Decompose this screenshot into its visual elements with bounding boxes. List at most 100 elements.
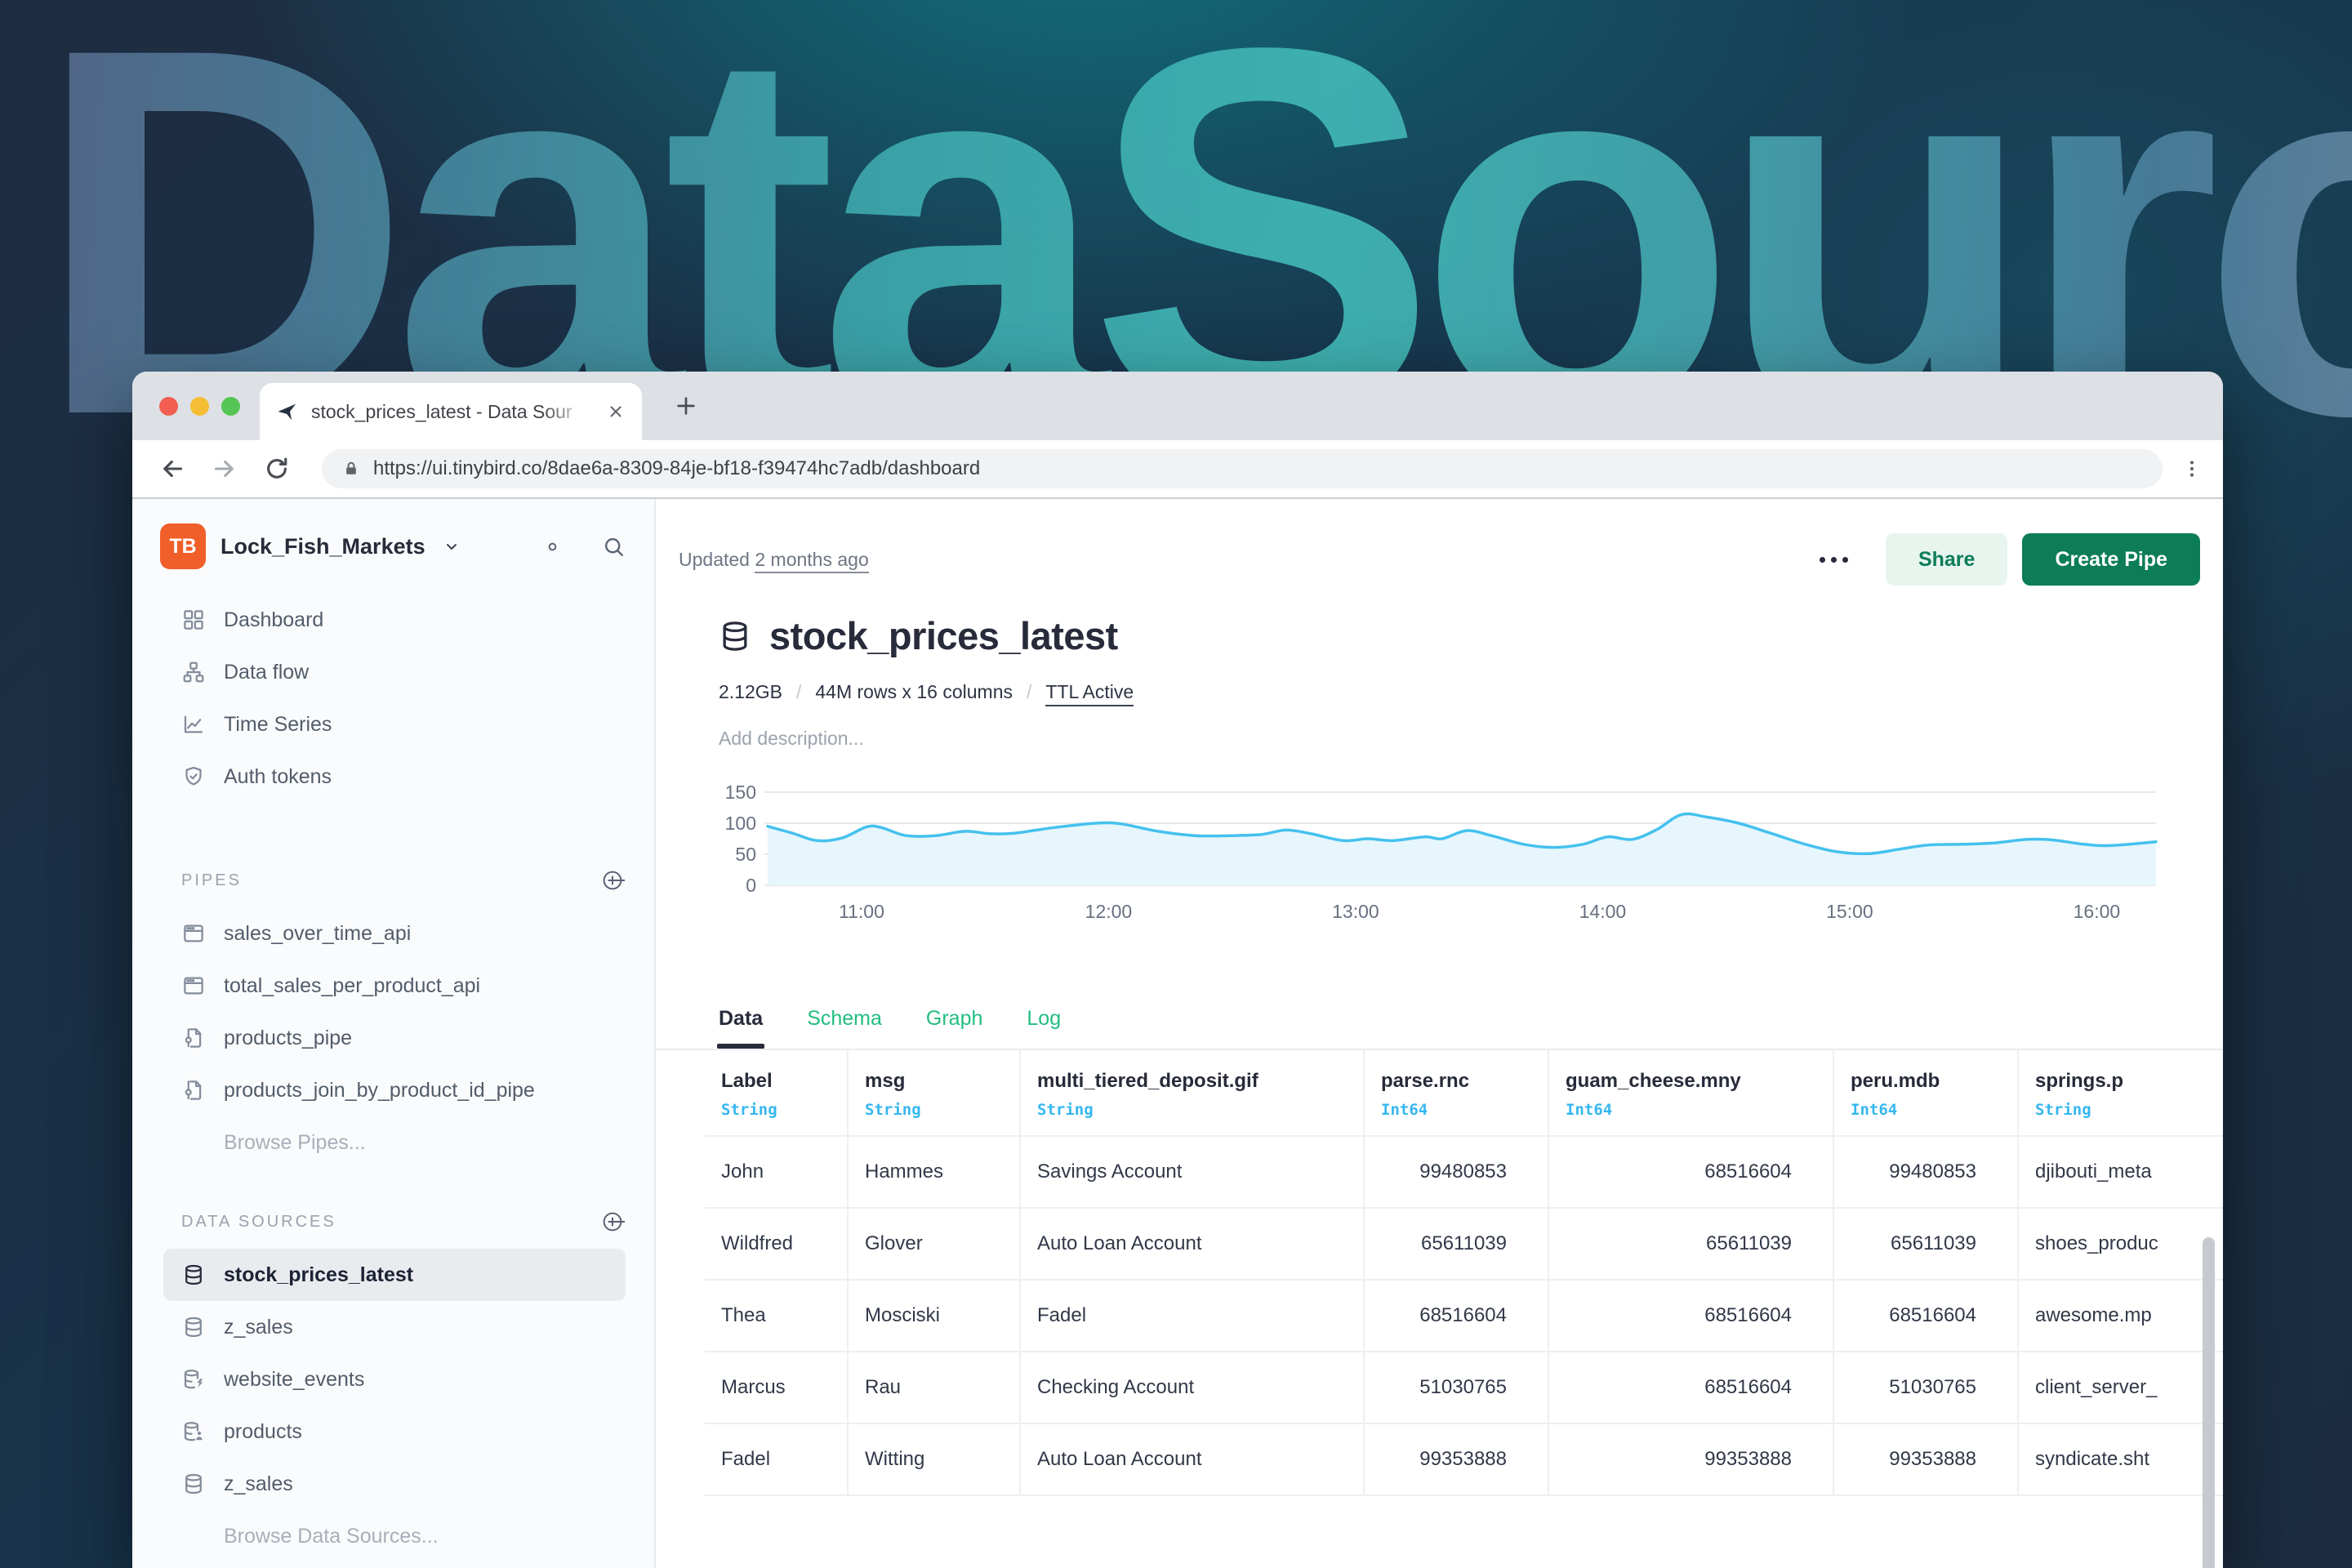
- sidebar-item-auth-tokens[interactable]: Auth tokens: [132, 751, 654, 803]
- table-cell: Hammes: [848, 1136, 1020, 1208]
- sidebar-item-stock_prices_latest[interactable]: stock_prices_latest: [163, 1249, 626, 1301]
- sidebar-item-label: website_events: [224, 1368, 364, 1392]
- ttl-active-link[interactable]: TTL Active: [1045, 681, 1134, 706]
- svg-text:13:00: 13:00: [1332, 901, 1379, 922]
- browser-tab[interactable]: stock_prices_latest - Data Sour: [260, 383, 642, 440]
- time-series-icon: [181, 712, 206, 737]
- create-pipe-button[interactable]: Create Pipe: [2022, 533, 2200, 586]
- table-cell: 68516604: [1833, 1280, 2018, 1352]
- sidebar-item-label: stock_prices_latest: [224, 1263, 413, 1287]
- svg-text:11:00: 11:00: [839, 901, 884, 922]
- gear-icon[interactable]: [540, 534, 565, 559]
- column-type: String: [865, 1101, 1019, 1119]
- sidebar-item-products_join_by_product_id_pipe[interactable]: products_join_by_product_id_pipe: [132, 1064, 654, 1116]
- datasource-stats: 2.12GB / 44M rows x 16 columns / TTL Act…: [719, 681, 2223, 706]
- table-row[interactable]: JohnHammesSavings Account994808536851660…: [705, 1136, 2223, 1208]
- sidebar-item-dashboard[interactable]: Dashboard: [132, 594, 654, 646]
- table-cell: 99480853: [1364, 1136, 1548, 1208]
- section-title: PIPES: [181, 871, 600, 890]
- add-pipe-button[interactable]: [600, 868, 625, 893]
- table-cell: 99353888: [1833, 1423, 2018, 1495]
- table-cell: awesome.mp: [2018, 1280, 2223, 1352]
- sidebar-item-label: products: [224, 1420, 302, 1444]
- traffic-light-close-button[interactable]: [159, 397, 178, 416]
- chevron-down-icon[interactable]: [442, 537, 461, 556]
- workspace-name: Lock_Fish_Markets: [220, 534, 425, 559]
- sidebar-item-sales_over_time_api[interactable]: sales_over_time_api: [132, 907, 654, 960]
- size-stat: 2.12GB: [719, 681, 782, 703]
- table-scrollbar[interactable]: [2203, 1237, 2215, 1568]
- browser-menu-kebab-icon[interactable]: [2180, 457, 2203, 480]
- search-icon[interactable]: [601, 534, 626, 559]
- updated-link[interactable]: 2 months ago: [755, 549, 868, 573]
- table-cell: 68516604: [1548, 1352, 1833, 1423]
- tab-graph[interactable]: Graph: [926, 1007, 982, 1049]
- table-cell: client_server_: [2018, 1352, 2223, 1423]
- table-cell: 68516604: [1364, 1280, 1548, 1352]
- table-cell: Mosciski: [848, 1280, 1020, 1352]
- table-cell: shoes_produc: [2018, 1208, 2223, 1280]
- page-title: stock_prices_latest: [769, 613, 1118, 658]
- tab-close-icon[interactable]: [606, 402, 626, 421]
- column-type: String: [1037, 1101, 1363, 1119]
- table-cell: 65611039: [1833, 1208, 2018, 1280]
- column-type: Int64: [1381, 1101, 1548, 1119]
- column-header-Label[interactable]: LabelString: [705, 1050, 848, 1136]
- tab-schema[interactable]: Schema: [807, 1007, 882, 1049]
- browser-window: stock_prices_latest - Data Sour https://…: [132, 372, 2223, 1568]
- workspace-row[interactable]: TB Lock_Fish_Markets: [132, 523, 654, 569]
- sidebar-item-total_sales_per_product_api[interactable]: total_sales_per_product_api: [132, 960, 654, 1012]
- table-row[interactable]: WildfredGloverAuto Loan Account656110396…: [705, 1208, 2223, 1280]
- tab-log[interactable]: Log: [1027, 1007, 1061, 1049]
- table-cell: Witting: [848, 1423, 1020, 1495]
- sidebar-item-label: z_sales: [224, 1316, 293, 1339]
- column-header-parse.rnc[interactable]: parse.rncInt64: [1364, 1050, 1548, 1136]
- rows-columns-stat: 44M rows x 16 columns: [815, 681, 1013, 703]
- sidebar-item-label: products_join_by_product_id_pipe: [224, 1079, 535, 1102]
- sidebar-item-website_events[interactable]: website_events: [132, 1353, 654, 1405]
- sidebar-item-z_sales[interactable]: z_sales: [132, 1458, 654, 1510]
- add-description-field[interactable]: Add description...: [719, 728, 2223, 750]
- table-cell: djibouti_meta: [2018, 1136, 2223, 1208]
- column-type: Int64: [1566, 1101, 1833, 1119]
- reload-icon[interactable]: [263, 455, 291, 483]
- browse-link[interactable]: Browse Pipes...: [132, 1116, 654, 1169]
- sidebar-item-z_sales[interactable]: z_sales: [132, 1301, 654, 1353]
- database-icon: [717, 618, 753, 654]
- column-header-msg[interactable]: msgString: [848, 1050, 1020, 1136]
- updated-text: Updated 2 months ago: [679, 549, 869, 571]
- table-cell: 99353888: [1364, 1423, 1548, 1495]
- column-header-peru.mdb[interactable]: peru.mdbInt64: [1833, 1050, 2018, 1136]
- browser-tab-strip: stock_prices_latest - Data Sour: [132, 372, 2223, 440]
- lock-icon: [341, 459, 361, 479]
- content-tabs: Data Schema Graph Log: [719, 1007, 2223, 1049]
- table-row[interactable]: FadelWittingAuto Loan Account99353888993…: [705, 1423, 2223, 1495]
- address-bar[interactable]: https://ui.tinybird.co/8dae6a-8309-84je-…: [322, 449, 2163, 488]
- add-data-source-button[interactable]: [600, 1209, 625, 1234]
- column-header-springs.p[interactable]: springs.pString: [2018, 1050, 2223, 1136]
- browse-link[interactable]: Browse Data Sources...: [132, 1510, 654, 1562]
- forward-icon[interactable]: [211, 455, 238, 483]
- tab-data[interactable]: Data: [719, 1007, 763, 1049]
- sidebar-item-time-series[interactable]: Time Series: [132, 698, 654, 751]
- traffic-light-minimize-button[interactable]: [190, 397, 209, 416]
- sidebar-item-label: z_sales: [224, 1472, 293, 1496]
- column-header-multi_tiered_deposit.gif[interactable]: multi_tiered_deposit.gifString: [1020, 1050, 1364, 1136]
- sidebar-item-products_pipe[interactable]: products_pipe: [132, 1012, 654, 1064]
- sidebar-item-data-flow[interactable]: Data flow: [132, 646, 654, 698]
- column-type: String: [2035, 1101, 2223, 1119]
- table-row[interactable]: TheaMosciskiFadel68516604685166046851660…: [705, 1280, 2223, 1352]
- more-options-button[interactable]: [1820, 533, 1848, 586]
- table-cell: Thea: [705, 1280, 848, 1352]
- table-cell: 65611039: [1364, 1208, 1548, 1280]
- column-header-guam_cheese.mny[interactable]: guam_cheese.mnyInt64: [1548, 1050, 1833, 1136]
- table-row[interactable]: MarcusRauChecking Account510307656851660…: [705, 1352, 2223, 1423]
- share-button[interactable]: Share: [1886, 533, 2007, 586]
- traffic-light-zoom-button[interactable]: [221, 397, 240, 416]
- database-user-icon: [181, 1419, 206, 1444]
- back-icon[interactable]: [158, 455, 186, 483]
- main-content: Updated 2 months ago Share Create Pipe s…: [656, 499, 2223, 1568]
- new-tab-button[interactable]: [673, 393, 699, 419]
- sidebar-section: DATA SOURCESstock_prices_latestz_saleswe…: [132, 1209, 654, 1562]
- sidebar-item-products[interactable]: products: [132, 1405, 654, 1458]
